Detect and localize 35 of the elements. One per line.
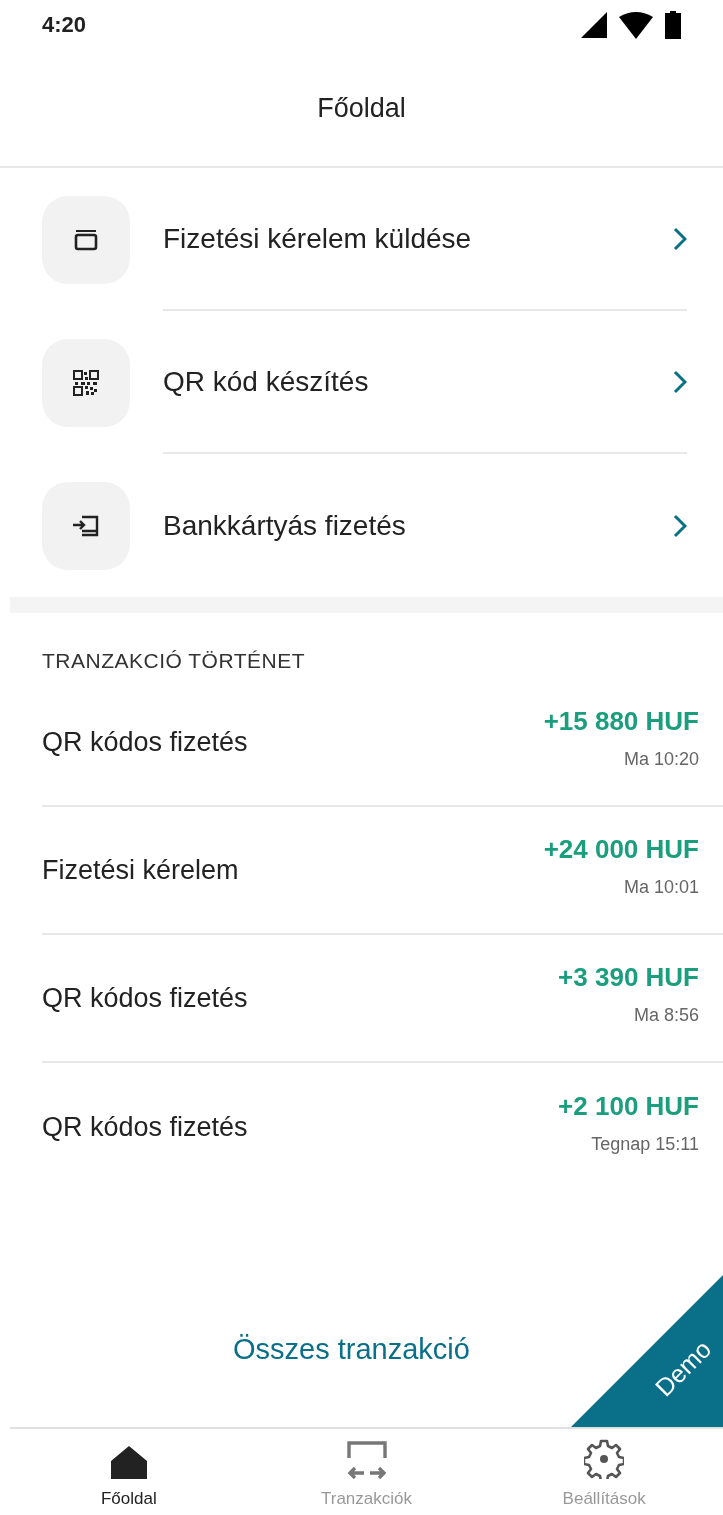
section-heading: TRANZAKCIÓ TÖRTÉNET bbox=[41, 648, 307, 674]
chevron-right-icon bbox=[673, 226, 687, 251]
menu-item[interactable]: Fizetési kérelem küldése bbox=[0, 168, 723, 311]
home-icon bbox=[109, 1445, 148, 1479]
transaction-name: QR kódos fizetés bbox=[42, 726, 249, 758]
card-icon bbox=[74, 228, 98, 251]
chevron-right-icon bbox=[673, 369, 687, 394]
transaction-amount: +24 000 HUF bbox=[543, 834, 699, 865]
menu-item-label: Bankkártyás fizetés bbox=[163, 509, 407, 542]
transaction-time: Tegnap 15:11 bbox=[591, 1134, 699, 1155]
status-time: 4:20 bbox=[42, 12, 87, 38]
transaction-name: QR kódos fizetés bbox=[42, 1111, 249, 1143]
menu-item-label: QR kód készítés bbox=[163, 365, 370, 398]
transaction-name: Fizetési kérelem bbox=[42, 854, 240, 886]
transfer-icon bbox=[346, 1441, 387, 1479]
transaction-time: Ma 10:01 bbox=[623, 877, 699, 898]
signal-icon bbox=[581, 12, 607, 38]
qr-code-icon bbox=[73, 369, 99, 396]
chevron-right-icon bbox=[673, 513, 687, 538]
nav-tab[interactable]: Főoldal bbox=[10, 1429, 248, 1515]
menu-item[interactable]: Bankkártyás fizetés bbox=[0, 454, 723, 597]
transaction-time: Ma 10:20 bbox=[623, 749, 699, 770]
wifi-icon bbox=[619, 11, 653, 39]
menu-item[interactable]: QR kód készítés bbox=[0, 311, 723, 454]
card-insert-icon bbox=[72, 513, 100, 538]
transaction-name: QR kódos fizetés bbox=[42, 982, 249, 1014]
transaction-amount: +3 390 HUF bbox=[558, 962, 699, 993]
transaction-time: Ma 8:56 bbox=[633, 1005, 699, 1026]
settings-icon bbox=[584, 1439, 625, 1479]
all-transactions-link[interactable]: Összes tranzakció bbox=[233, 1332, 470, 1366]
transaction-amount: +15 880 HUF bbox=[543, 706, 699, 737]
menu-item-label: Fizetési kérelem küldése bbox=[163, 222, 473, 255]
transaction-amount: +2 100 HUF bbox=[558, 1091, 699, 1122]
page-title: Főoldal bbox=[317, 92, 406, 124]
battery-icon bbox=[665, 11, 681, 39]
